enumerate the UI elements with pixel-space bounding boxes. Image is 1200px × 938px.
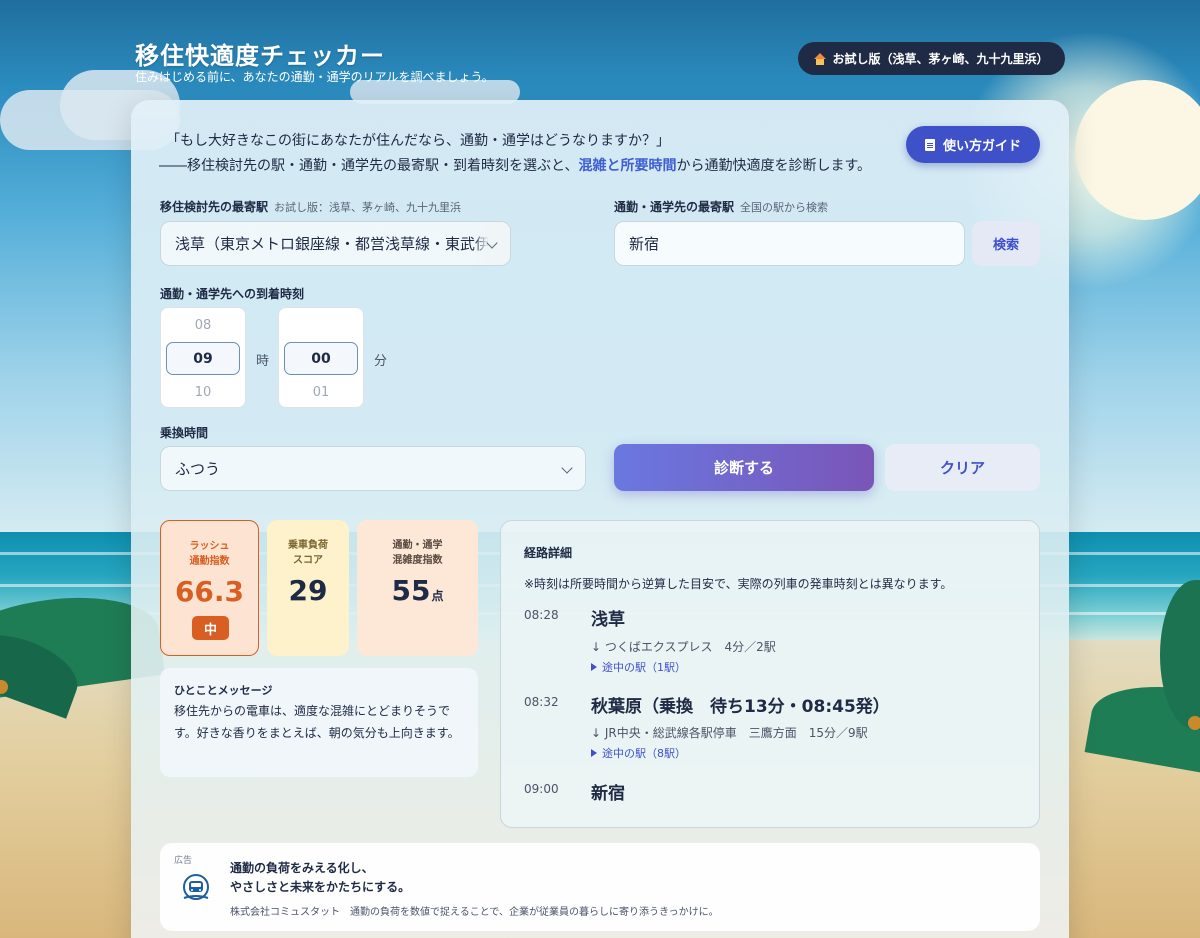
house-icon <box>814 52 827 65</box>
destination-hint: 全国の駅から検索 <box>740 201 829 214</box>
arrival-label: 通勤・通学先への到着時刻 <box>160 287 305 301</box>
origin-hint: お試し版：浅草、茅ヶ崎、九十九里浜 <box>274 201 462 214</box>
hour-unit: 時 <box>256 354 270 369</box>
diagnose-button[interactable]: 診断する <box>614 444 874 491</box>
route-station: 浅草 <box>591 610 625 630</box>
route-details: 経路詳細 ※時刻は所要時間から逆算した目安で、実際の列車の発車時刻とは異なります… <box>500 520 1040 828</box>
message-box: ひとことメッセージ 移住先からの電車は、適度な混雑にとどまりそうです。好きな香り… <box>160 668 478 777</box>
route-time: 08:32 <box>524 695 559 709</box>
crowd-index-value: 55点 <box>391 574 444 607</box>
transfer-select[interactable]: ふつう <box>160 446 586 491</box>
ad-tag: 広告 <box>174 856 193 866</box>
trial-version-pill[interactable]: お試し版（浅草、茅ヶ崎、九十九里浜） <box>798 42 1065 75</box>
route-station: 新宿 <box>591 784 625 804</box>
intro-highlight: 混雑と所要時間 <box>578 158 677 174</box>
coconut <box>1188 716 1200 730</box>
route-station: 秋葉原（乗換 待ち13分・08:45発） <box>591 697 890 717</box>
origin-label: 移住検討先の最寄駅 お試し版：浅草、茅ヶ崎、九十九里浜 <box>160 200 462 214</box>
hour-selected[interactable]: 09 <box>166 342 240 375</box>
load-score-card: 乗車負荷 スコア 29 <box>267 520 349 656</box>
route-time: 09:00 <box>524 782 559 796</box>
train-icon <box>183 874 209 900</box>
minute-picker[interactable]: 00 01 <box>278 307 364 408</box>
destination-input[interactable] <box>614 221 965 266</box>
route-line: ↓ JR中央・総武線各駅停車 三鷹方面 15分／9駅 <box>591 726 868 740</box>
message-title: ひとことメッセージ <box>174 684 273 697</box>
search-button[interactable]: 検索 <box>972 221 1040 266</box>
guide-button[interactable]: 使い方ガイド <box>906 126 1040 163</box>
route-time: 08:28 <box>524 608 559 622</box>
message-body: 移住先からの電車は、適度な混雑にとどまりそうです。好きな香りをまとえば、朝の気分… <box>174 704 460 740</box>
crowd-index-card: 通勤・通学 混雑度指数 55点 <box>357 520 478 656</box>
triangle-right-icon <box>591 663 597 671</box>
hour-prev[interactable]: 08 <box>161 318 245 333</box>
triangle-right-icon <box>591 749 597 757</box>
transfer-label: 乗換時間 <box>160 426 209 440</box>
rush-index-value: 66.3 <box>174 575 245 608</box>
intro-text: 「もし大好きなこの街にあなたが住んだなら、通勤・通学はどうなりますか？」 <box>166 133 670 149</box>
trial-label: お試し版（浅草、茅ヶ崎、九十九里浜） <box>832 52 1049 66</box>
intermediate-stations-toggle[interactable]: 途中の駅（8駅） <box>591 745 686 761</box>
origin-select[interactable]: 浅草（東京メトロ銀座線・都営浅草線・東武伊勢崎線） <box>160 221 511 266</box>
clear-button[interactable]: クリア <box>885 444 1040 491</box>
destination-label: 通勤・通学先の最寄駅 全国の駅から検索 <box>614 200 829 214</box>
hour-next[interactable]: 10 <box>161 385 245 400</box>
minute-unit: 分 <box>374 354 388 369</box>
minute-next[interactable]: 01 <box>279 385 363 400</box>
app-subtitle: 住みはじめる前に、あなたの通勤・通学のリアルを調べましょう。 <box>135 70 494 84</box>
minute-selected[interactable]: 00 <box>284 342 358 375</box>
route-title: 経路詳細 <box>524 546 573 560</box>
rush-level-badge: 中 <box>192 616 229 640</box>
rush-index-card: ラッシュ 通勤指数 66.3 中 <box>160 520 259 656</box>
load-score-value: 29 <box>288 574 328 607</box>
intermediate-stations-toggle[interactable]: 途中の駅（1駅） <box>591 659 686 675</box>
ad-headline: 通勤の負荷をみえる化し、 やさしさと未来をかたちにする。 <box>230 861 411 894</box>
app-title: 移住快適度チェッカー <box>135 42 385 70</box>
advertisement[interactable]: 広告 通勤の負荷をみえる化し、 やさしさと未来をかたちにする。 株式会社コミュスタ… <box>160 843 1040 931</box>
document-icon <box>924 138 935 151</box>
route-line: ↓ つくばエクスプレス 4分／2駅 <box>591 640 776 654</box>
hour-picker[interactable]: 08 09 10 <box>160 307 246 408</box>
route-note: ※時刻は所要時間から逆算した目安で、実際の列車の発車時刻とは異なります。 <box>524 577 953 591</box>
ad-description: 株式会社コミュスタット 通勤の負荷を数値で捉えることで、企業が従業員の暮らしに寄… <box>230 907 719 918</box>
intro-text-2: ――移住検討先の駅・通勤・通学先の最寄駅・到着時刻を選ぶと、混雑と所要時間から通… <box>159 158 872 174</box>
